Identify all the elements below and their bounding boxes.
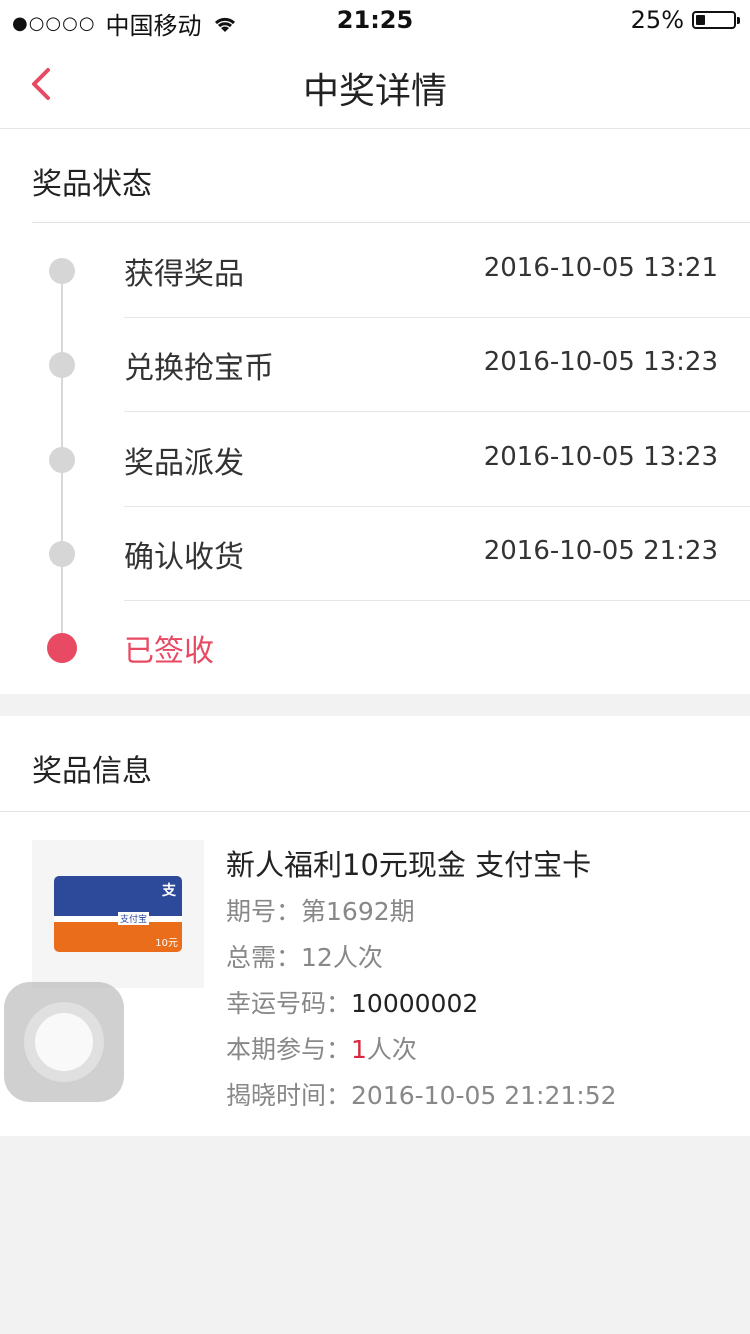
issue-row: 期号：第1692期 bbox=[226, 892, 415, 928]
participation-unit: 人次 bbox=[366, 1035, 417, 1064]
step-divider bbox=[124, 411, 750, 412]
step-time: 2016-10-05 13:23 bbox=[483, 347, 718, 377]
timeline-dot-icon bbox=[49, 447, 75, 473]
page-title: 中奖详情 bbox=[302, 71, 447, 112]
timeline-dot-active-icon bbox=[47, 633, 77, 663]
total-label: 总需： bbox=[226, 943, 302, 972]
step-label: 确认收货 bbox=[124, 540, 244, 575]
participation-label: 本期参与： bbox=[226, 1035, 352, 1064]
step-label: 已签收 bbox=[124, 634, 214, 669]
battery-icon bbox=[692, 11, 740, 29]
reveal-time-value: 2016-10-05 21:21:52 bbox=[351, 1081, 617, 1110]
step-label: 获得奖品 bbox=[124, 257, 244, 292]
timeline-step: 确认收货 2016-10-05 21:23 bbox=[0, 536, 750, 648]
total-value: 12人次 bbox=[301, 943, 383, 972]
battery-percent: 25% bbox=[630, 6, 684, 34]
step-label: 兑换抢宝币 bbox=[124, 351, 274, 386]
alipay-card-image: 支 支付宝 10元 bbox=[54, 876, 182, 952]
product-title[interactable]: 新人福利10元现金 支付宝卡 bbox=[226, 842, 591, 884]
prize-status-section: 奖品状态 获得奖品 2016-10-05 13:21 兑换抢宝币 2016-10… bbox=[0, 129, 750, 694]
reveal-time-label: 揭晓时间： bbox=[226, 1081, 352, 1110]
lucky-number-value: 10000002 bbox=[351, 989, 479, 1018]
card-amount: 10元 bbox=[155, 938, 178, 949]
section-divider bbox=[0, 811, 750, 812]
section-title: 奖品状态 bbox=[32, 167, 152, 202]
prize-image[interactable]: 支 支付宝 10元 bbox=[32, 840, 204, 988]
card-brand: 支付宝 bbox=[118, 912, 150, 925]
timeline-dot-icon bbox=[49, 258, 75, 284]
alipay-logo-icon: 支 bbox=[162, 883, 176, 899]
section-divider bbox=[32, 222, 750, 223]
assistive-touch-icon bbox=[35, 1013, 93, 1071]
step-time: 2016-10-05 13:21 bbox=[483, 253, 718, 283]
step-divider bbox=[124, 600, 750, 601]
lucky-number-label: 幸运号码： bbox=[226, 989, 352, 1018]
lucky-number-row: 幸运号码：10000002 bbox=[226, 984, 478, 1020]
status-bar: ●○○○○ 中国移动 21:25 25% bbox=[0, 0, 750, 40]
step-label: 奖品派发 bbox=[124, 446, 244, 481]
reveal-time-row: 揭晓时间：2016-10-05 21:21:52 bbox=[226, 1076, 617, 1112]
issue-value: 第1692期 bbox=[301, 897, 415, 926]
navigation-bar: 中奖详情 bbox=[0, 40, 750, 129]
step-time: 2016-10-05 13:23 bbox=[483, 442, 718, 472]
step-time: 2016-10-05 21:23 bbox=[483, 536, 718, 566]
step-divider bbox=[124, 317, 750, 318]
timeline-dot-icon bbox=[49, 541, 75, 567]
timeline-dot-icon bbox=[49, 352, 75, 378]
participation-row: 本期参与：1人次 bbox=[226, 1030, 417, 1066]
issue-label: 期号： bbox=[226, 897, 302, 926]
assistive-touch-button[interactable] bbox=[4, 982, 124, 1102]
section-title: 奖品信息 bbox=[32, 754, 152, 789]
participation-count: 1 bbox=[351, 1035, 367, 1064]
step-divider bbox=[124, 506, 750, 507]
total-row: 总需：12人次 bbox=[226, 938, 383, 974]
